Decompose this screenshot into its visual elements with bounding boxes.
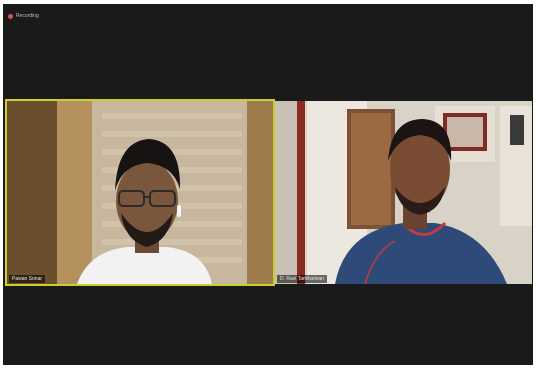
meeting-window: Recording Pawan Sonar D. Ravi Tamilselva… [3, 4, 533, 365]
participant-video-2 [275, 101, 532, 284]
participant-name-tag: Pawan Sonar [9, 275, 46, 283]
participant-name-tag: D. Ravi Tamilselvan [277, 275, 327, 283]
participant-tile-active-speaker[interactable]: Pawan Sonar [7, 101, 273, 284]
recording-label: Recording [16, 13, 39, 19]
recording-indicator: Recording [8, 11, 39, 21]
recording-dot-icon [8, 13, 13, 19]
participant-tile[interactable]: D. Ravi Tamilselvan [275, 101, 532, 284]
participant-video-1 [7, 101, 273, 284]
